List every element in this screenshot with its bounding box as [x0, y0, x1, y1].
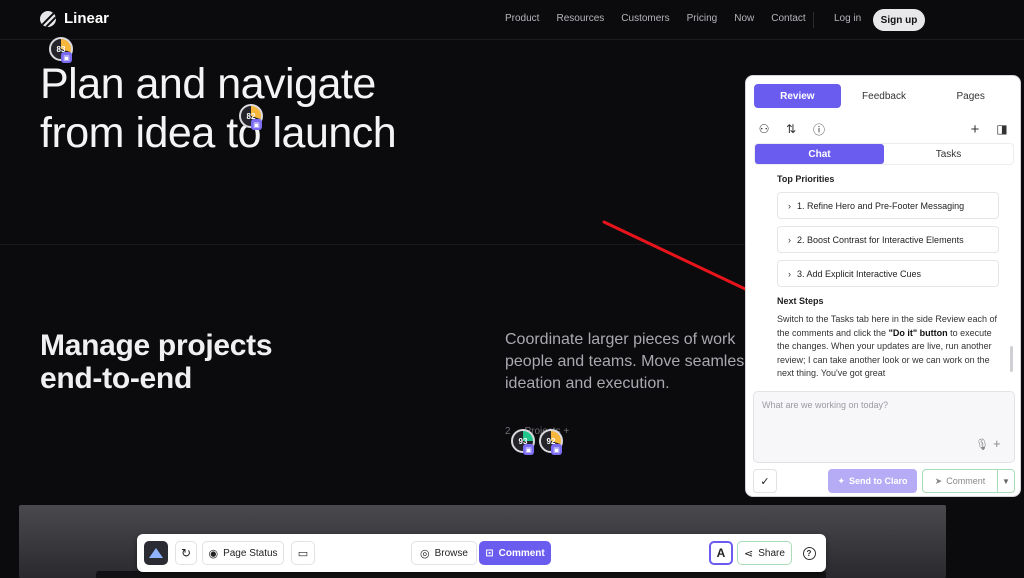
- monitor-icon: ▭: [297, 547, 309, 560]
- chat-scrollbar[interactable]: [1010, 346, 1013, 372]
- score-badge[interactable]: 83 ▣: [49, 37, 75, 63]
- tab-review[interactable]: Review: [754, 84, 841, 108]
- chevron-down-icon[interactable]: ▼: [998, 477, 1014, 486]
- help-icon: ?: [802, 546, 816, 560]
- app-logo-button[interactable]: [144, 541, 168, 565]
- nav-link-pricing[interactable]: Pricing: [687, 13, 718, 24]
- nav-links: Product Resources Customers Pricing Now …: [505, 13, 823, 24]
- tab-feedback[interactable]: Feedback: [841, 84, 928, 108]
- status-circle-icon: ◉: [208, 547, 219, 560]
- comment-button-main[interactable]: ➤ Comment: [923, 470, 998, 492]
- nav-divider: [813, 12, 814, 28]
- panel-icon-row: ⚇ ⇅ ⓘ + ◨: [756, 121, 1012, 138]
- next-steps-heading: Next Steps: [777, 296, 824, 306]
- priority-item[interactable]: › 2. Boost Contrast for Interactive Elem…: [777, 226, 999, 253]
- chat-input-box: [753, 391, 1015, 463]
- comment-button[interactable]: ➤ Comment ▼: [922, 469, 1015, 493]
- priority-label: 1. Refine Hero and Pre-Footer Messaging: [797, 200, 965, 211]
- comment-button-label: Comment: [946, 476, 986, 486]
- microphone-icon[interactable]: 🎙: [975, 438, 989, 451]
- attach-plus-icon[interactable]: +: [993, 436, 1001, 451]
- tab-tasks[interactable]: Tasks: [884, 144, 1013, 164]
- comment-icon: ▣: [523, 444, 534, 455]
- tab-chat[interactable]: Chat: [755, 144, 884, 164]
- nav-link-contact[interactable]: Contact: [771, 13, 805, 24]
- bottom-toolbar: ↻ ◉ Page Status ▭ ◎ Browse ⊡ Comment A ⋖…: [137, 534, 826, 572]
- comment-mode-button[interactable]: ⊡ Comment: [479, 541, 551, 565]
- chat-content: Top Priorities › 1. Refine Hero and Pre-…: [746, 171, 1020, 381]
- claro-logo-icon: A: [716, 546, 726, 560]
- priority-item[interactable]: › 1. Refine Hero and Pre-Footer Messagin…: [777, 192, 999, 219]
- chevron-right-icon: ›: [788, 268, 791, 279]
- score-badge[interactable]: 92 ▣: [539, 429, 565, 455]
- share-label: Share: [758, 547, 785, 559]
- chat-input[interactable]: [754, 392, 1014, 462]
- panel-footer: ✓ ✦ Send to Claro ➤ Comment ▼: [746, 469, 1020, 496]
- nav-link-product[interactable]: Product: [505, 13, 539, 24]
- page-status-label: Page Status: [223, 547, 278, 559]
- comment-icon: ▣: [251, 119, 262, 130]
- section-description: Coordinate larger pieces of work people …: [505, 331, 745, 392]
- hero-title: Plan and navigate from idea to launch: [40, 60, 397, 157]
- tab-pages[interactable]: Pages: [927, 84, 1014, 108]
- brand-logo[interactable]: Linear: [40, 10, 109, 27]
- eye-icon: ◎: [420, 547, 430, 560]
- add-icon[interactable]: +: [967, 121, 983, 138]
- page-status-button[interactable]: ◉ Page Status: [202, 541, 284, 565]
- top-nav: Linear Product Resources Customers Prici…: [0, 0, 1024, 40]
- comment-icon: ▣: [551, 444, 562, 455]
- panel-subtabs: Chat Tasks: [754, 143, 1014, 165]
- browse-button[interactable]: ◎ Browse: [411, 541, 477, 565]
- send-label: Send to Claro: [849, 476, 908, 486]
- nav-link-now[interactable]: Now: [734, 13, 754, 24]
- share-button[interactable]: ⋖ Share: [737, 541, 792, 565]
- users-icon[interactable]: ⚇: [756, 121, 772, 137]
- next-steps-text: Switch to the Tasks tab here in the side…: [777, 313, 999, 381]
- score-badge[interactable]: 93 ▣: [511, 429, 537, 455]
- nav-link-resources[interactable]: Resources: [556, 13, 604, 24]
- chevron-right-icon: ›: [788, 234, 791, 245]
- page-preview-inner: [96, 571, 826, 578]
- share-icon: ⋖: [744, 547, 754, 560]
- login-link[interactable]: Log in: [834, 13, 861, 24]
- priority-label: 2. Boost Contrast for Interactive Elemen…: [797, 234, 964, 245]
- section-title: Manage projects end-to-end: [40, 329, 273, 395]
- send-to-claro-button[interactable]: ✦ Send to Claro: [828, 469, 917, 493]
- top-priorities-heading: Top Priorities: [777, 174, 835, 184]
- chevron-right-icon: ›: [788, 200, 791, 211]
- comment-icon: ▣: [61, 52, 72, 63]
- collapse-panel-icon[interactable]: ◨: [994, 121, 1010, 137]
- score-badge[interactable]: 82 ▣: [239, 104, 265, 130]
- browse-label: Browse: [434, 547, 468, 559]
- arrow-shaft: [602, 220, 762, 298]
- signup-button[interactable]: Sign up: [873, 9, 925, 31]
- nav-link-customers[interactable]: Customers: [621, 13, 669, 24]
- panel-tabs: Review Feedback Pages: [754, 84, 1014, 108]
- review-panel: Review Feedback Pages ⚇ ⇅ ⓘ + ◨ Chat Tas…: [745, 75, 1021, 497]
- sort-icon[interactable]: ⇅: [783, 121, 799, 137]
- do-it-emphasis: "Do it" button: [888, 327, 948, 338]
- help-button[interactable]: ?: [798, 541, 820, 565]
- refresh-icon: ↻: [180, 546, 192, 560]
- linear-logo-icon: [40, 10, 56, 27]
- comment-icon: ⊡: [485, 547, 494, 559]
- brand-name: Linear: [64, 10, 110, 27]
- send-arrow-icon: ➤: [934, 475, 943, 486]
- approve-button[interactable]: ✓: [753, 469, 777, 493]
- sparkle-icon: ✦: [837, 475, 846, 486]
- refresh-button[interactable]: ↻: [175, 541, 197, 565]
- comment-label: Comment: [498, 547, 545, 559]
- check-icon: ✓: [760, 475, 770, 488]
- priority-item[interactable]: › 3. Add Explicit Interactive Cues: [777, 260, 999, 287]
- priority-label: 3. Add Explicit Interactive Cues: [797, 268, 922, 279]
- claro-button[interactable]: A: [709, 541, 733, 565]
- info-icon[interactable]: ⓘ: [811, 121, 827, 137]
- monitor-button[interactable]: ▭: [291, 541, 315, 565]
